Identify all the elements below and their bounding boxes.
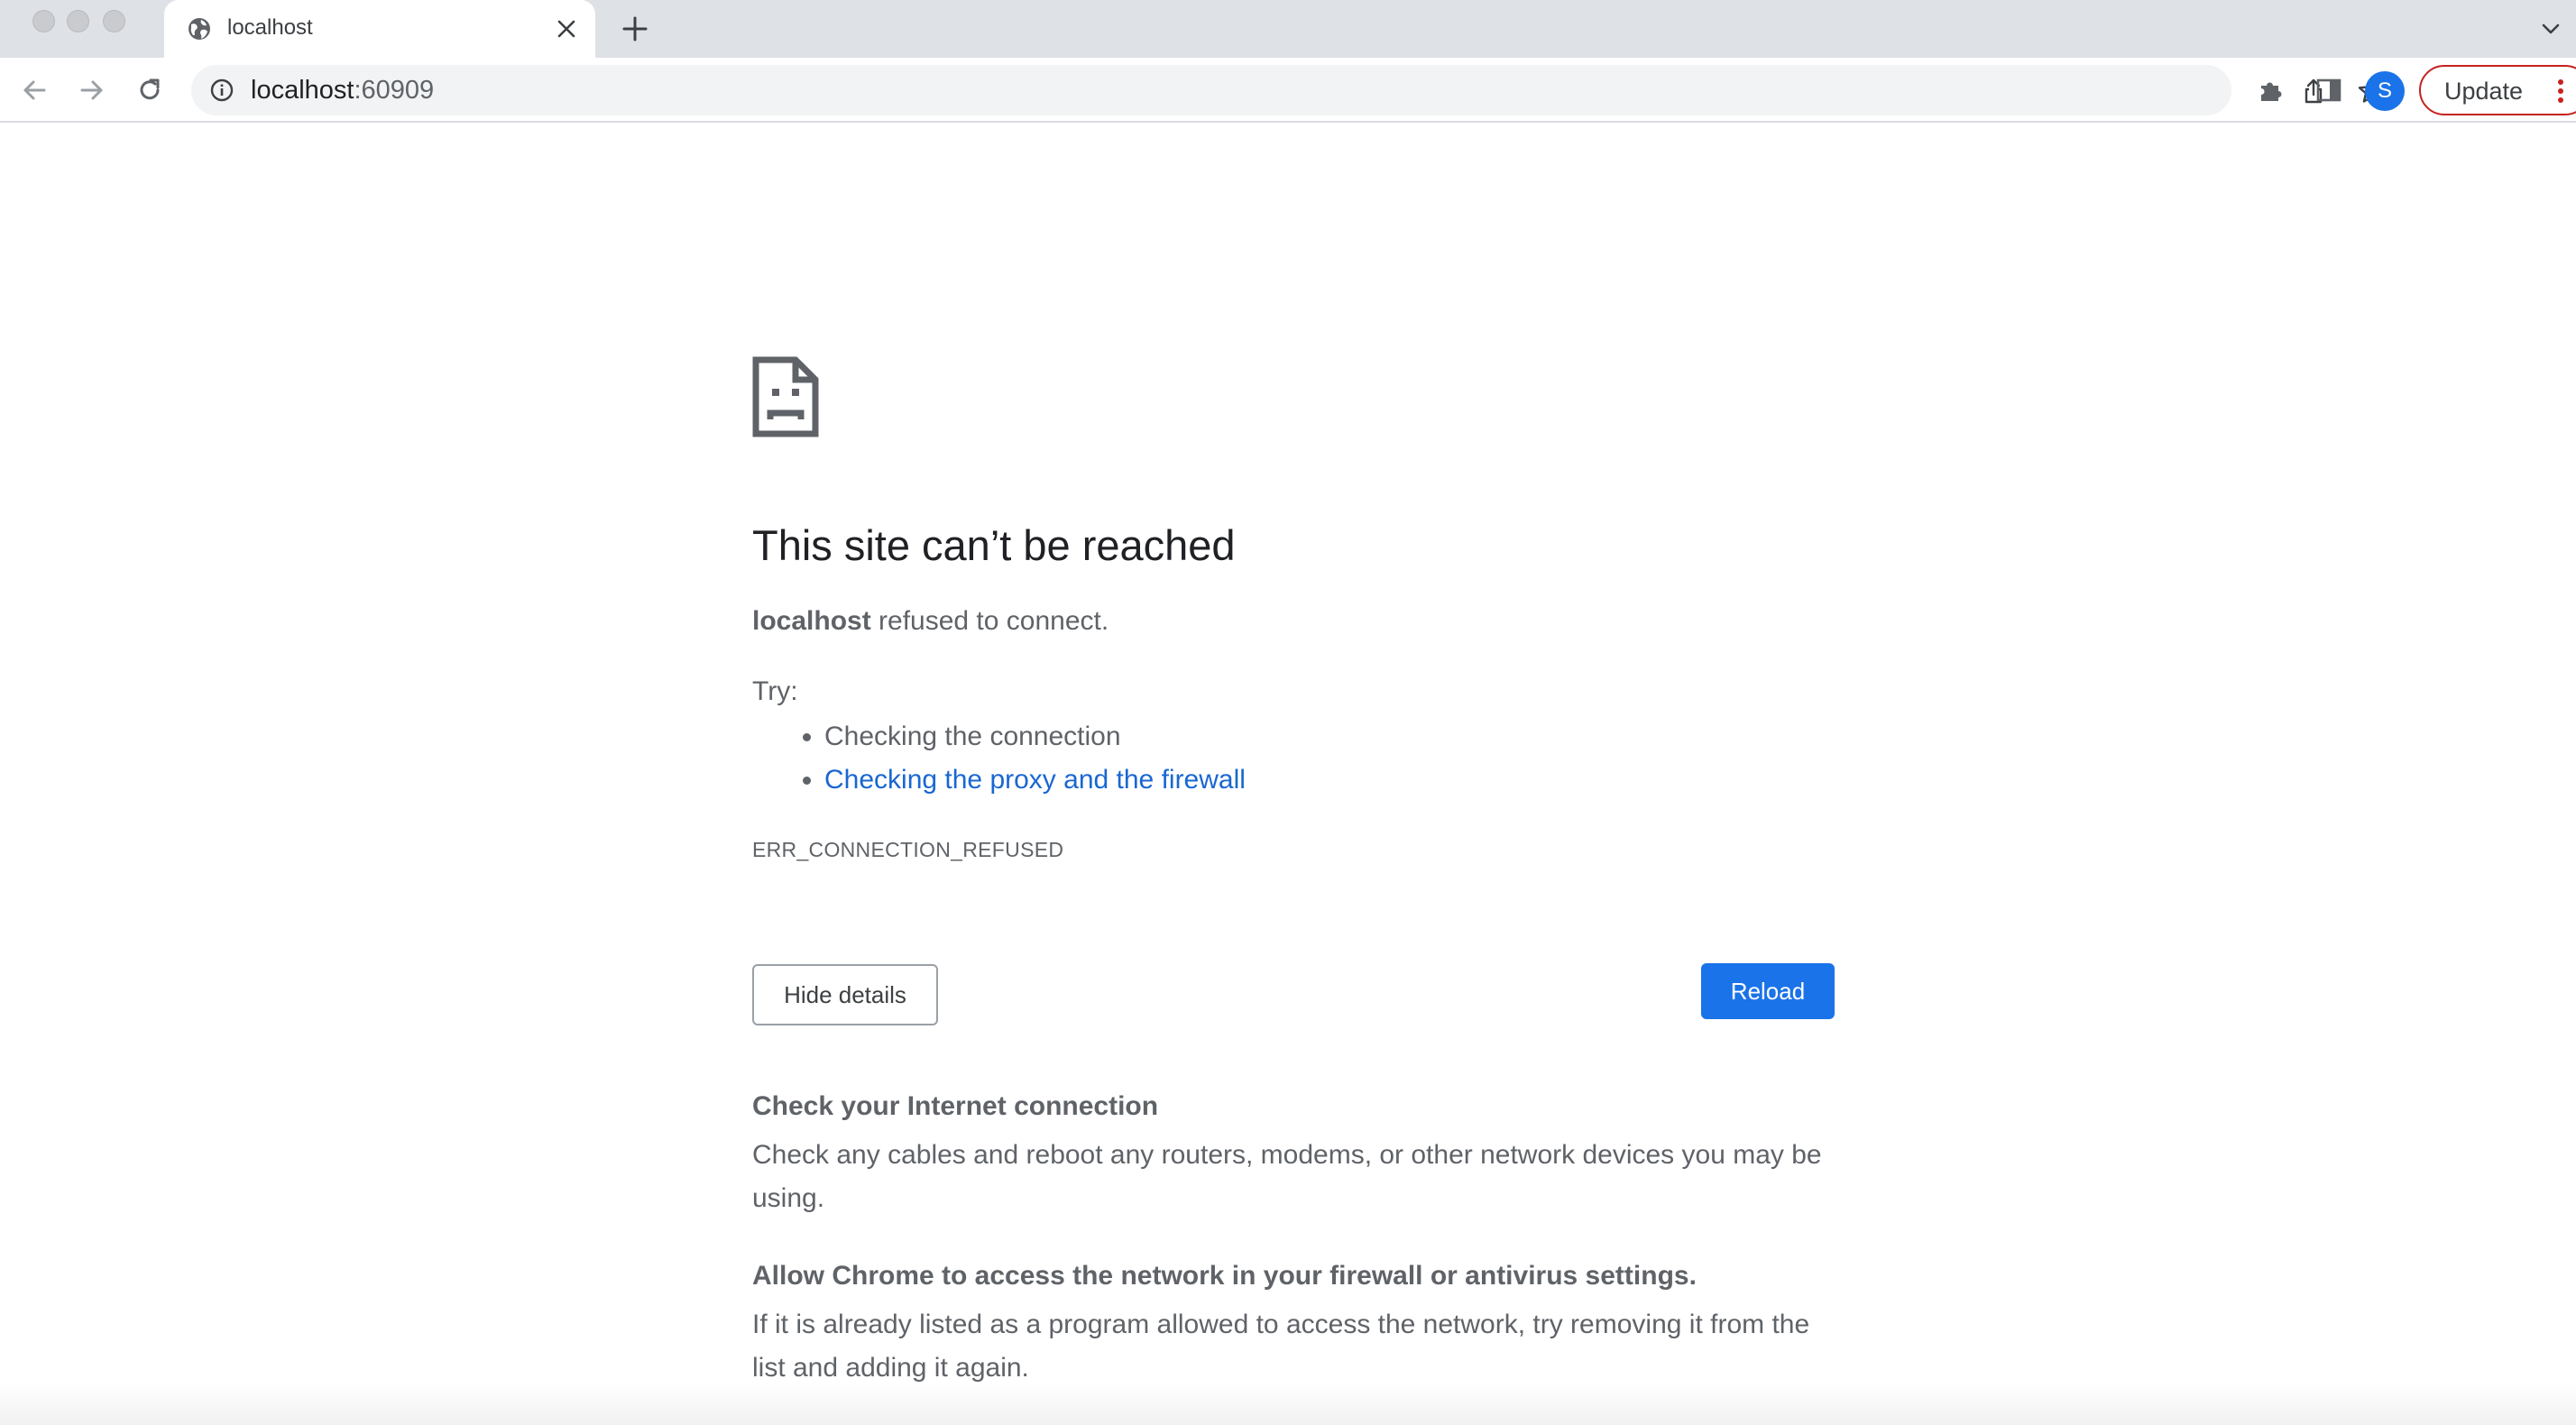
error-summary: localhost refused to connect. [752,603,1109,639]
forward-arrow-icon [80,80,103,100]
error-host: localhost [752,606,871,636]
url-host: localhost [251,76,354,105]
error-code: ERR_CONNECTION_REFUSED [752,838,1064,861]
url-port: :60909 [354,76,435,105]
close-icon[interactable] [552,14,581,43]
extensions-button[interactable] [2253,72,2289,108]
address-bar[interactable]: localhost:60909 [191,65,2385,115]
window-zoom-button[interactable] [103,10,125,32]
plus-icon [622,16,648,41]
tab-localhost[interactable]: localhost [164,0,595,58]
new-tab-button[interactable] [617,11,653,47]
update-button[interactable]: Update [2419,65,2576,115]
tab-search-button[interactable] [2535,13,2567,45]
reload-icon [140,78,160,100]
side-panel-button[interactable] [2311,72,2347,108]
error-summary-text: refused to connect. [870,606,1109,636]
tab-title: localhost [227,15,313,40]
suggestions-list: Checking the connection Checking the pro… [752,715,1246,802]
tab-strip: localhost [0,0,2576,58]
browser-toolbar: localhost:60909 S Update [0,58,2576,123]
bottom-fade [0,1384,2576,1425]
url-text[interactable]: localhost:60909 [251,77,434,104]
forward-button[interactable] [74,72,110,108]
profile-avatar[interactable]: S [2365,71,2405,111]
page-content: This site can’t be reached localhost ref… [0,124,2576,1425]
back-button[interactable] [16,72,52,108]
info-icon[interactable] [207,76,236,105]
error-title: This site can’t be reached [752,521,1236,569]
puzzle-icon [2261,82,2282,101]
back-arrow-icon [23,80,46,100]
suggestion-proxy-firewall-link[interactable]: Checking the proxy and the firewall [824,765,1246,795]
side-panel-icon [2316,78,2341,102]
suggestion-check-connection: Checking the connection [824,722,1121,751]
kebab-menu-icon[interactable] [2547,76,2574,106]
detail-heading-firewall: Allow Chrome to access the network in yo… [752,1261,1697,1291]
suggestion-item[interactable]: Checking the proxy and the firewall [824,758,1246,802]
globe-icon [186,15,213,42]
reload-button[interactable] [132,72,168,108]
detail-body-firewall: If it is already listed as a program all… [752,1310,1810,1383]
sad-document-icon [752,356,819,437]
try-label: Try: [752,676,798,706]
detail-heading-internet: Check your Internet connection [752,1091,1159,1121]
window-close-button[interactable] [32,10,55,32]
reload-page-button[interactable]: Reload [1701,963,1835,1019]
detail-body-internet: Check any cables and reboot any routers,… [752,1140,1822,1213]
update-label: Update [2444,78,2524,105]
hide-details-button[interactable]: Hide details [752,964,938,1025]
suggestion-item: Checking the connection [824,715,1246,758]
chevron-down-icon [2542,23,2560,34]
window-minimize-button[interactable] [67,10,89,32]
